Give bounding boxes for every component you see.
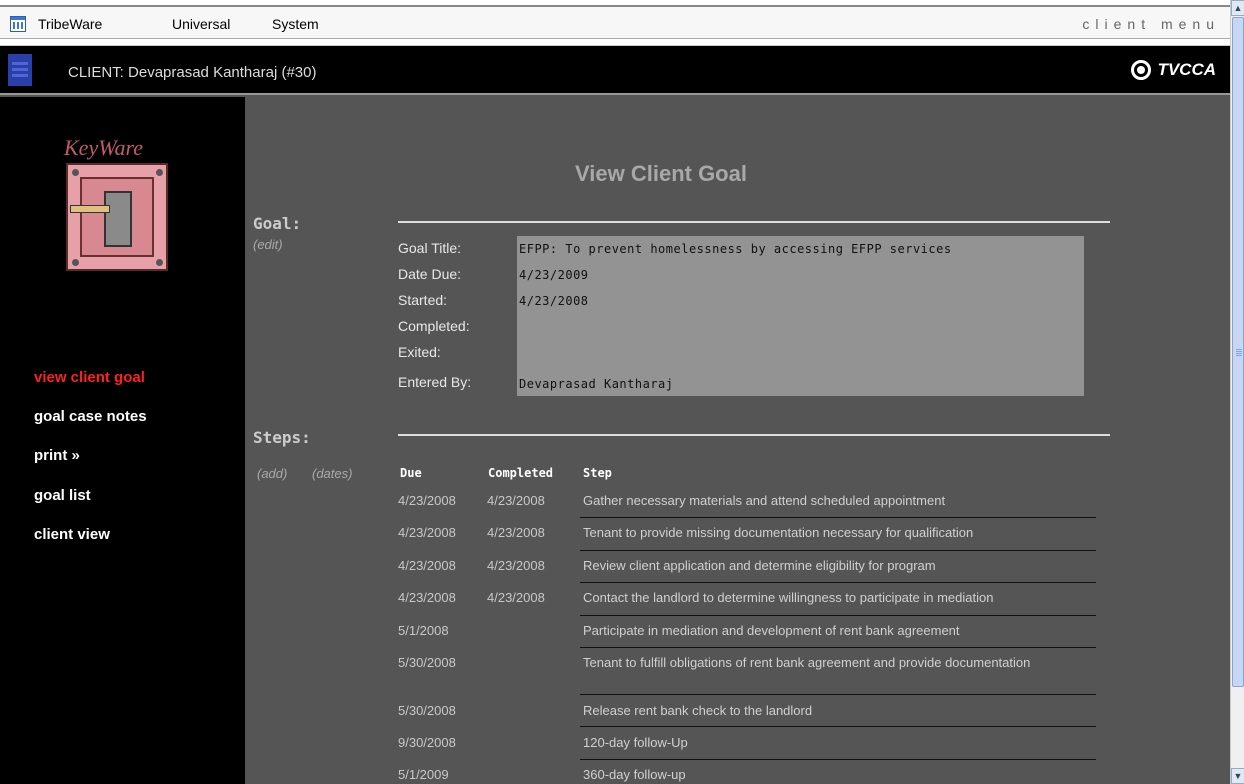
goal-divider: [398, 221, 1110, 223]
step-due-date: 5/30/2008: [398, 655, 456, 670]
edit-goal-link[interactable]: (edit): [253, 237, 283, 252]
row-divider: [580, 550, 1096, 551]
step-due-date: 5/30/2008: [398, 703, 456, 718]
step-due-date: 4/23/2008: [398, 493, 456, 508]
exited-label: Exited:: [398, 344, 441, 360]
add-step-link[interactable]: (add): [257, 466, 287, 481]
screw-icon: [72, 259, 79, 266]
step-description: Contact the landlord to determine willin…: [583, 590, 994, 605]
date-due-value: 4/23/2009: [519, 268, 589, 282]
sidebar-item-print[interactable]: print »: [34, 447, 80, 464]
step-description: 360-day follow-up: [583, 767, 686, 782]
app-name: KeyWare: [64, 135, 144, 160]
vertical-scrollbar[interactable]: ▲ ▼: [1230, 0, 1244, 784]
row-divider: [580, 694, 1096, 695]
row-divider: [580, 647, 1096, 648]
client-header: CLIENT: Devaprasad Kantharaj (#30) TVCCA: [0, 46, 1230, 95]
grip-icon: [1236, 348, 1242, 356]
step-due-date: 4/23/2008: [398, 525, 456, 540]
step-description: Gather necessary materials and attend sc…: [583, 493, 946, 508]
step-dates-link[interactable]: (dates): [312, 466, 352, 481]
entered-by-label: Entered By:: [398, 374, 472, 390]
goal-title-value: EFPP: To prevent homelessness by accessi…: [519, 242, 952, 256]
lock-plate: [70, 177, 154, 257]
screw-icon: [156, 259, 163, 266]
step-description: 120-day follow-Up: [583, 735, 688, 750]
steps-header-due: Due: [400, 466, 422, 480]
step-completed-date: 4/23/2008: [487, 558, 545, 573]
screw-icon: [156, 169, 163, 176]
sidebar-item-goal-list[interactable]: goal list: [34, 487, 91, 504]
menu-item-universal[interactable]: Universal: [172, 16, 230, 32]
date-due-label: Date Due:: [398, 266, 462, 282]
step-description: Participate in mediation and development…: [583, 623, 960, 638]
steps-divider: [398, 434, 1110, 436]
sidebar: KeyWare view client goal goal case notes…: [0, 97, 245, 784]
step-completed-date: 4/23/2008: [487, 590, 545, 605]
page-title: View Client Goal: [575, 161, 747, 186]
main-content: View Client Goal Goal: (edit) Goal Title…: [245, 97, 1230, 784]
keyware-lock-icon: [66, 163, 168, 271]
calendar-app-icon[interactable]: [10, 16, 26, 32]
client-building-icon: [8, 54, 32, 86]
key-shape: [70, 205, 110, 213]
started-label: Started:: [398, 292, 448, 308]
menu-item-system[interactable]: System: [272, 16, 319, 32]
lock-body: [104, 191, 132, 247]
completed-label: Completed:: [398, 318, 470, 334]
menu-bar-strip: TribeWare Universal System client menu: [0, 5, 1230, 39]
started-value: 4/23/2008: [519, 294, 589, 308]
goal-section-label: Goal:: [253, 214, 302, 233]
step-due-date: 9/30/2008: [398, 735, 456, 750]
steps-header-completed: Completed: [488, 466, 554, 480]
step-description: Release rent bank check to the landlord: [583, 703, 813, 718]
scroll-up-icon[interactable]: ▲: [1231, 0, 1244, 16]
row-divider: [580, 582, 1096, 583]
scroll-thumb[interactable]: [1232, 17, 1244, 687]
entered-by-value: Devaprasad Kantharaj: [519, 377, 674, 391]
goal-title-label: Goal Title:: [398, 240, 462, 256]
step-due-date: 4/23/2008: [398, 558, 456, 573]
menu-item-tribeware[interactable]: TribeWare: [38, 16, 102, 32]
step-due-date: 5/1/2008: [398, 623, 449, 638]
steps-header-step: Step: [583, 466, 612, 480]
org-logo: TVCCA: [1131, 60, 1216, 80]
steps-section-label: Steps:: [253, 428, 311, 447]
org-name: TVCCA: [1157, 60, 1216, 79]
sidebar-item-goal-case-notes[interactable]: goal case notes: [34, 408, 147, 425]
step-completed-date: 4/23/2008: [487, 493, 545, 508]
goal-details-box: [517, 236, 1084, 396]
row-divider: [580, 726, 1096, 727]
step-description: Review client application and determine …: [583, 558, 936, 573]
menu-bar: TribeWare Universal System client menu: [0, 0, 1230, 46]
row-divider: [580, 517, 1096, 518]
step-due-date: 4/23/2008: [398, 590, 456, 605]
sidebar-item-view-client-goal[interactable]: view client goal: [34, 369, 145, 386]
step-description: Tenant to provide missing documentation …: [583, 525, 974, 540]
scroll-down-icon[interactable]: ▼: [1231, 768, 1244, 784]
screw-icon: [72, 169, 79, 176]
client-name-label: CLIENT: Devaprasad Kantharaj (#30): [68, 64, 317, 81]
client-menu-button[interactable]: client menu: [1082, 16, 1220, 32]
row-divider: [580, 615, 1096, 616]
step-description: Tenant to fulfill obligations of rent ba…: [583, 655, 1031, 670]
sidebar-item-client-view[interactable]: client view: [34, 526, 110, 543]
step-due-date: 5/1/2009: [398, 767, 449, 782]
row-divider: [580, 759, 1096, 760]
tvcca-swirl-icon: [1131, 60, 1152, 80]
step-completed-date: 4/23/2008: [487, 525, 545, 540]
